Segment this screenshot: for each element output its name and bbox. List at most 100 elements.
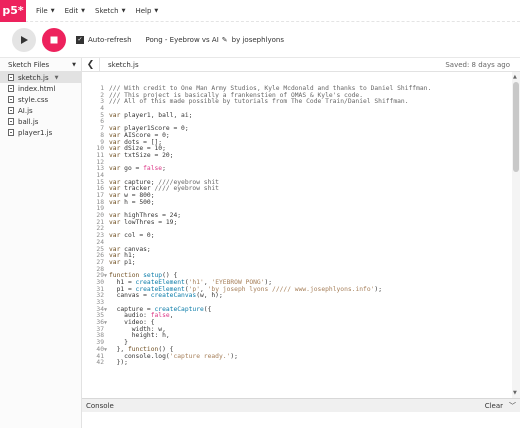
code-line[interactable]: 17 var w = 800; — [96, 192, 509, 200]
code-line[interactable]: 42 }); — [96, 359, 509, 367]
code-line[interactable]: 27 var p1; — [96, 258, 509, 267]
saved-status: Saved: 8 days ago — [445, 60, 510, 69]
file-icon — [8, 85, 14, 92]
fold-toggle-icon[interactable]: ▼ — [104, 273, 107, 280]
editor-scrollbar[interactable]: ▲ ▼ — [512, 72, 520, 398]
sidebar-file-label: ball.js — [18, 117, 39, 126]
sidebar-title: Sketch Files — [8, 60, 50, 69]
editor-header: ❮ sketch.js Saved: 8 days ago — [82, 58, 520, 72]
code-line[interactable]: 3/// All of this made possible by tutori… — [100, 98, 509, 106]
sidebar-file-player1-js[interactable]: player1.js — [0, 127, 81, 138]
top-navbar: p5* File ▼ Edit ▼ Sketch ▼ Help ▼ — [0, 0, 520, 22]
play-icon — [21, 35, 28, 44]
code-line[interactable]: 23 var col = 0; — [96, 232, 509, 240]
checkmark-icon: ✓ — [77, 35, 83, 43]
code-line[interactable]: 22 — [96, 226, 509, 233]
sidebar-file-ball-js[interactable]: ball.js — [0, 116, 81, 127]
console-bar[interactable]: Console Clear ﹀ — [82, 398, 520, 412]
file-icon — [8, 107, 14, 114]
code-line[interactable]: 5 var player1, ball, ai; — [100, 111, 509, 120]
chevron-down-icon[interactable]: ﹀ — [509, 401, 516, 411]
code-line[interactable]: 12 — [96, 159, 509, 167]
code-text: var p1; — [109, 258, 136, 266]
file-icon — [8, 74, 14, 81]
chevron-down-icon: ▼ — [154, 7, 159, 14]
fold-toggle-icon[interactable]: ▼ — [104, 320, 107, 327]
scroll-up-icon[interactable]: ▲ — [513, 74, 517, 80]
scroll-down-icon[interactable]: ▼ — [513, 390, 517, 396]
code-line[interactable]: 36 ▼ video: { — [96, 319, 509, 327]
author-link[interactable]: by josephlyons — [232, 36, 284, 44]
stop-button[interactable] — [42, 27, 66, 52]
line-number: 42 — [96, 359, 104, 367]
code-text: var player1, ball, ai; — [109, 111, 193, 119]
fold-toggle-icon[interactable]: ▼ — [104, 307, 107, 314]
fold-toggle-icon[interactable]: ▼ — [104, 347, 107, 354]
code-line[interactable]: 13 var go = false; — [96, 165, 509, 173]
menu-sketch-label: Sketch — [95, 6, 119, 15]
auto-refresh-checkbox[interactable]: ✓ — [76, 35, 84, 44]
console-controls: Clear ﹀ — [485, 401, 516, 411]
menu-file-label: File — [36, 6, 48, 15]
menu-sketch[interactable]: Sketch ▼ — [95, 7, 125, 15]
play-button[interactable] — [12, 27, 36, 52]
code-line[interactable]: 9 var dots = []; — [100, 139, 509, 147]
code-line[interactable]: 38 height: h, — [96, 333, 509, 340]
menu-help-label: Help — [135, 6, 152, 15]
sidebar-file-label: AI.js — [18, 106, 33, 115]
pencil-icon[interactable]: ✎ — [222, 36, 228, 44]
console-label: Console — [86, 401, 114, 410]
chevron-down-icon: ▼ — [121, 7, 126, 14]
file-icon — [8, 96, 14, 103]
sidebar-header: Sketch Files ▼ — [0, 58, 81, 72]
code-text: var col = 0; — [109, 232, 155, 240]
code-editor[interactable]: 1/// With credit to One Man Army Studios… — [82, 72, 520, 398]
code-text: var h = 500; — [109, 198, 155, 206]
code-line[interactable]: 26 var h1; — [96, 252, 509, 260]
chevron-down-icon[interactable]: ▼ — [72, 62, 76, 68]
sidebar-file-sketch-js[interactable]: sketch.js ▼ — [0, 72, 81, 83]
menu-help[interactable]: Help ▼ — [135, 7, 158, 15]
scrollbar-thumb[interactable] — [513, 82, 519, 172]
chevron-down-icon: ▼ — [50, 7, 55, 14]
menu-edit-label: Edit — [64, 6, 79, 15]
code-text: var go = false; — [109, 165, 166, 173]
menu-file[interactable]: File ▼ — [36, 7, 55, 15]
code-line[interactable]: 35 audio: false, — [96, 313, 509, 320]
code-line[interactable]: 21 var lowThres = 19; — [96, 218, 509, 227]
chevron-down-icon: ▼ — [81, 7, 85, 14]
menu-edit[interactable]: Edit ▼ — [65, 7, 85, 15]
code-line[interactable]: 24 — [96, 239, 509, 247]
code-line[interactable]: 32 canvas = createCanvas(w, h); — [96, 292, 509, 300]
code-line[interactable]: 41 console.log('capture ready.'); — [96, 352, 509, 361]
project-name[interactable]: Pong - Eyebrow vs AI ✎ — [146, 36, 228, 44]
code-text: console.log('capture ready.'); — [109, 352, 238, 360]
sidebar-file-index-html[interactable]: index.html — [0, 83, 81, 94]
code-line[interactable]: 8 var AIScore = 0; — [100, 132, 509, 140]
console-clear-button[interactable]: Clear — [485, 402, 503, 410]
chevron-left-icon: ❮ — [86, 59, 95, 70]
code-text: var txtSize = 20; — [109, 151, 174, 159]
code-line[interactable]: 18 var h = 500; — [96, 198, 509, 207]
code-line[interactable]: 16 var tracker //// eyebrow shit — [96, 185, 509, 193]
code-area[interactable]: 1/// With credit to One Man Army Studios… — [96, 85, 509, 367]
sidebar-file-label: index.html — [18, 84, 56, 93]
sidebar-file-label: style.css — [18, 95, 49, 104]
sidebar-file-label: player1.js — [18, 128, 53, 137]
toolbar: ✓ Auto-refresh Pong - Eyebrow vs AI ✎ by… — [0, 22, 520, 58]
collapse-sidebar-button[interactable]: ❮ — [82, 58, 100, 71]
sidebar-file-ai-js[interactable]: AI.js — [0, 105, 81, 116]
code-text: }); — [109, 359, 128, 367]
file-icon — [8, 129, 14, 136]
main-menu: File ▼ Edit ▼ Sketch ▼ Help ▼ — [26, 0, 158, 22]
code-text: /// All of this made possible by tutoria… — [109, 98, 409, 106]
stop-icon — [50, 36, 58, 43]
p5-logo[interactable]: p5* — [0, 0, 26, 22]
code-text: var lowThres = 19; — [109, 218, 178, 226]
project-name-text: Pong - Eyebrow vs AI — [145, 35, 219, 44]
code-line[interactable]: 25 var canvas; — [96, 246, 509, 254]
chevron-down-icon[interactable]: ▼ — [55, 75, 59, 81]
code-line[interactable]: 11 var txtSize = 20; — [96, 151, 509, 160]
auto-refresh-label: Auto-refresh — [88, 35, 132, 44]
sidebar-file-style-css[interactable]: style.css — [0, 94, 81, 105]
